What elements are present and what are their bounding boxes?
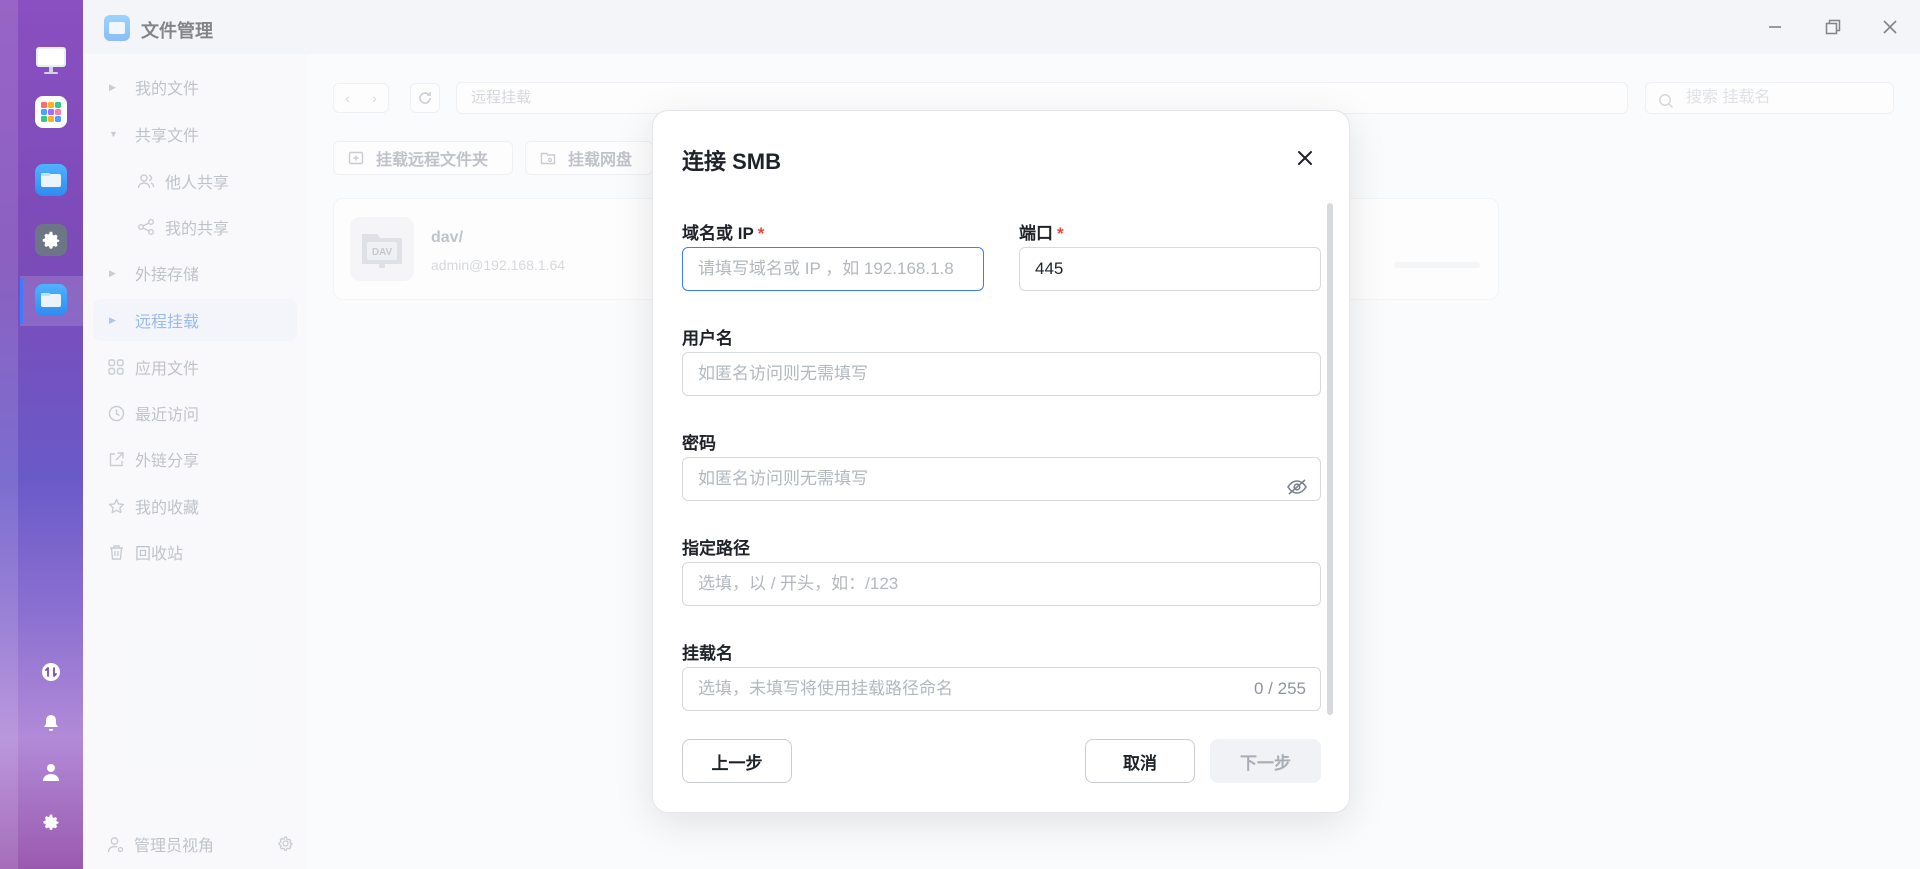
dialog-title: 连接 SMB [682, 149, 782, 174]
bell-icon[interactable] [40, 712, 62, 734]
username-input[interactable]: 如匿名访问则无需填写 [682, 352, 1321, 396]
path-placeholder: 选填，以 / 开头，如：/123 [698, 574, 899, 593]
system-settings-icon[interactable] [40, 811, 62, 833]
transfer-icon[interactable] [40, 661, 62, 683]
dialog-close-button[interactable] [1291, 144, 1319, 172]
cancel-button[interactable]: 取消 [1085, 739, 1195, 783]
user-icon[interactable] [40, 761, 62, 783]
required-mark: * [757, 224, 765, 243]
dialog-scrollbar[interactable] [1327, 203, 1333, 715]
password-label: 密码 [682, 434, 716, 453]
port-label: 端口 * [1019, 224, 1064, 243]
host-input[interactable]: 请填写域名或 IP ，如 192.168.1.8 [682, 247, 984, 291]
connect-smb-dialog: 连接 SMB 域名或 IP * 请填写域名或 IP ，如 192.168.1.8 … [652, 110, 1350, 813]
username-placeholder: 如匿名访问则无需填写 [698, 364, 868, 383]
required-mark: * [1057, 224, 1064, 243]
file-manager-icon[interactable] [35, 164, 67, 196]
dock-active-indicator [20, 278, 23, 324]
close-icon [1298, 151, 1312, 165]
path-label: 指定路径 [682, 539, 750, 558]
password-placeholder: 如匿名访问则无需填写 [698, 469, 868, 488]
mount-name-placeholder: 选填，未填写将使用挂载路径命名 [698, 679, 953, 698]
prev-step-button[interactable]: 上一步 [682, 739, 792, 783]
desktop-icon[interactable] [35, 44, 67, 76]
next-step-button[interactable]: 下一步 [1210, 739, 1321, 783]
password-input[interactable]: 如匿名访问则无需填写 [682, 457, 1321, 501]
file-manager-active-icon[interactable] [35, 284, 67, 316]
path-input[interactable]: 选填，以 / 开头，如：/123 [682, 562, 1321, 606]
settings-app-icon[interactable] [35, 224, 67, 256]
char-counter: 0 / 255 [1254, 679, 1306, 698]
host-placeholder: 请填写域名或 IP ，如 192.168.1.8 [698, 259, 954, 278]
mount-name-label: 挂载名 [682, 644, 733, 663]
port-input[interactable]: 445 [1019, 247, 1321, 291]
mount-name-input[interactable]: 选填，未填写将使用挂载路径命名 0 / 255 [682, 667, 1321, 711]
dock-edge [0, 0, 18, 869]
dock [0, 0, 83, 869]
port-value: 445 [1035, 259, 1064, 278]
app-center-icon[interactable] [35, 96, 67, 128]
username-label: 用户名 [682, 329, 733, 348]
host-label: 域名或 IP * [682, 224, 765, 243]
eye-off-icon[interactable] [1286, 470, 1308, 512]
